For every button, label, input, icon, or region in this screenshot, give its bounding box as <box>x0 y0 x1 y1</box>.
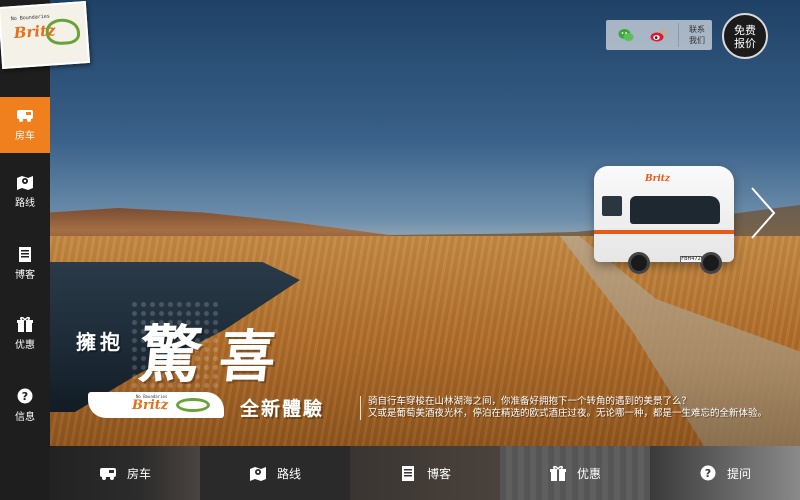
bottom-nav-label: 路线 <box>276 466 301 481</box>
hero-banner: Britz FBH472 擁抱 驚 喜 全新體驗 No Boundaries B… <box>0 0 800 500</box>
sidebar-item-label: 路线 <box>15 198 35 209</box>
gift-icon <box>549 465 566 481</box>
van-plate: FBH472 <box>680 256 702 263</box>
question-icon: ? <box>700 465 716 481</box>
next-slide-arrow-icon[interactable] <box>748 184 778 242</box>
description-line-2: 又或是葡萄美酒夜光杯，停泊在精选的欧式酒庄过夜。无论哪一种，都是一生难忘的全新体… <box>368 408 768 419</box>
van-brand-text: Britz <box>645 174 671 184</box>
headline-small: 擁抱 <box>76 330 124 354</box>
gecko-icon <box>176 398 210 412</box>
svg-text:?: ? <box>705 467 711 480</box>
bottom-nav-ask[interactable]: ? 提问 <box>650 446 800 500</box>
sidebar-item-label: 房车 <box>15 131 35 142</box>
britz-mini-logo: No Boundaries Britz <box>88 392 224 418</box>
bottom-nav-campervan[interactable]: 房车 <box>50 446 200 500</box>
map-pin-icon <box>249 467 266 481</box>
bottom-nav-label: 优惠 <box>576 466 601 481</box>
blog-icon <box>401 466 414 481</box>
description-divider <box>360 396 361 420</box>
sidebar-item-offers[interactable]: 优惠 <box>0 306 50 362</box>
map-pin-icon <box>17 176 33 190</box>
bottom-nav-label: 房车 <box>126 466 151 481</box>
social-contact-box: 联系 我们 <box>606 20 712 50</box>
sidebar-item-info[interactable]: ? 信息 <box>0 378 50 434</box>
campervan-icon <box>99 468 116 480</box>
headline-big-2: 喜 <box>216 324 279 390</box>
logo-brand: Britz <box>13 21 57 43</box>
bottom-nav-route[interactable]: 路线 <box>200 446 350 500</box>
hero-description: 骑自行车穿梭在山林湖海之间，你准备好拥抱下一个转角的遇到的美景了么？ 又或是葡萄… <box>368 396 788 420</box>
gift-icon <box>17 316 33 332</box>
mini-logo-brand: Britz <box>132 398 169 413</box>
sidebar-item-label: 博客 <box>15 270 35 281</box>
britz-logo[interactable]: No Boundaries Britz <box>0 1 91 69</box>
blog-icon <box>19 247 31 262</box>
headline-sub: 全新體驗 <box>240 398 325 420</box>
sidebar-item-route[interactable]: 路线 <box>0 164 50 220</box>
bottom-nav: 房车 路线 博客 优惠 ? 提问 <box>50 446 800 500</box>
bottom-nav-label: 提问 <box>726 466 751 481</box>
bottom-nav-label: 博客 <box>426 466 451 481</box>
campervan-icon <box>17 110 33 122</box>
van-wheel <box>700 252 722 274</box>
contact-us-link[interactable]: 联系 我们 <box>684 24 710 46</box>
sidebar-item-blog[interactable]: 博客 <box>0 236 50 292</box>
bottom-nav-offers[interactable]: 优惠 <box>500 446 650 500</box>
divider <box>678 23 679 47</box>
question-icon: ? <box>17 388 33 404</box>
sidebar-item-campervan[interactable]: 房车 <box>0 97 50 153</box>
campervan-image: Britz FBH472 <box>590 160 740 280</box>
bottom-nav-blog[interactable]: 博客 <box>350 446 500 500</box>
sidebar-item-label: 信息 <box>15 412 35 423</box>
weibo-icon[interactable] <box>650 27 666 43</box>
left-sidebar: 房车 路线 博客 优惠 ? 信息 <box>0 0 50 500</box>
van-wheel <box>628 252 650 274</box>
svg-text:?: ? <box>22 390 28 403</box>
wechat-icon[interactable] <box>618 27 634 43</box>
description-line-1: 骑自行车穿梭在山林湖海之间，你准备好拥抱下一个转角的遇到的美景了么？ <box>368 396 692 407</box>
free-quote-button[interactable]: 免费 报价 <box>722 13 768 59</box>
sidebar-item-label: 优惠 <box>15 340 35 351</box>
headline-big-1: 驚 <box>135 318 206 391</box>
